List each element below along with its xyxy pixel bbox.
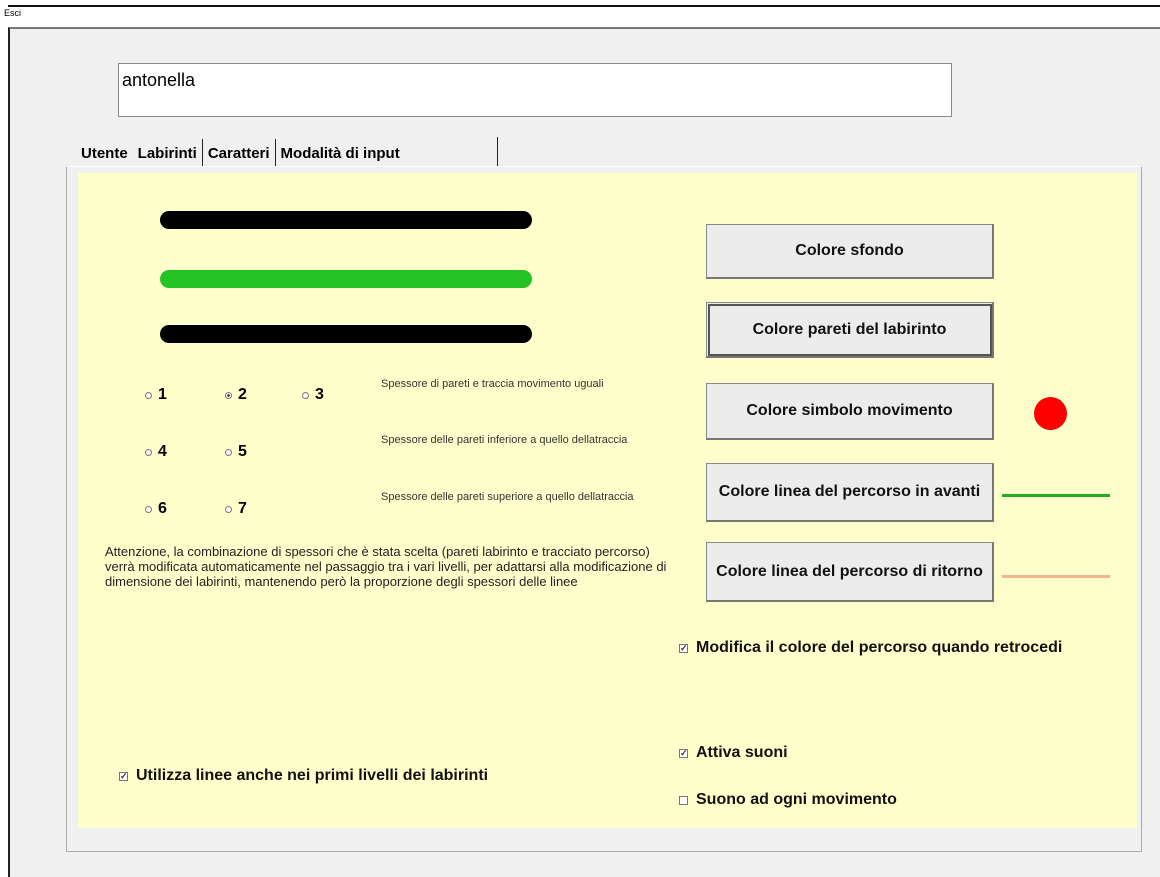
walls-color-button[interactable]: Colore pareti del labirinto: [706, 302, 994, 358]
thickness-radio-7[interactable]: 7: [225, 500, 247, 518]
radio-indicator: [145, 505, 152, 513]
back-line-color-button[interactable]: Colore linea del percorso di ritorno: [706, 542, 994, 602]
checkbox-indicator: ✓: [119, 771, 128, 781]
checkbox-label: Modifica il colore del percorso quando r…: [696, 639, 1063, 656]
thickness-radio-4[interactable]: 4: [145, 443, 167, 461]
tab-utente[interactable]: Utente: [76, 139, 133, 166]
wall-preview-line-top: [160, 211, 532, 229]
symbol-color-swatch: [1034, 397, 1067, 430]
checkbox-label: Suono ad ogni movimento: [696, 791, 897, 808]
forward-line-swatch: [1002, 494, 1110, 497]
back-line-swatch: [1002, 575, 1110, 578]
thickness-warning: Attenzione, la combinazione di spessori …: [105, 544, 667, 589]
exit-button[interactable]: Esci: [0, 4, 60, 26]
sounds-checkbox[interactable]: ✓ Attiva suoni: [679, 742, 788, 764]
checkbox-indicator: ✓: [679, 748, 688, 758]
thickness-radio-3[interactable]: 3: [302, 386, 324, 404]
radio-indicator: [225, 505, 232, 513]
tab-divider: [497, 137, 498, 167]
radio-indicator: [145, 391, 152, 399]
checkbox-indicator: [679, 796, 688, 805]
tab-caratteri[interactable]: Caratteri: [203, 139, 276, 166]
app-window: Esci antonella Utente Labirinti Caratter…: [0, 0, 1160, 877]
checkbox-indicator: ✓: [679, 643, 688, 653]
thickness-radio-6[interactable]: 6: [145, 500, 167, 518]
radio-label: 6: [158, 500, 167, 517]
tab-modalita-input[interactable]: Modalità di input: [276, 139, 405, 166]
wall-preview-line-bottom: [160, 325, 532, 343]
user-name-field[interactable]: antonella: [118, 63, 952, 117]
radio-indicator: [302, 391, 309, 399]
radio-label: 7: [238, 500, 247, 517]
move-sound-checkbox[interactable]: Suono ad ogni movimento: [679, 789, 897, 811]
symbol-color-button[interactable]: Colore simbolo movimento: [706, 383, 994, 440]
thickness-radio-1[interactable]: 1: [145, 386, 167, 404]
radio-indicator: [145, 448, 152, 456]
thickness-desc-thinner: Spessore delle pareti inferiore a quello…: [381, 434, 628, 446]
thickness-radio-5[interactable]: 5: [225, 443, 247, 461]
thickness-desc-thicker: Spessore delle pareti superiore a quello…: [381, 491, 634, 503]
radio-label: 5: [238, 443, 247, 460]
radio-indicator-selected: [225, 391, 232, 399]
background-color-button[interactable]: Colore sfondo: [706, 224, 994, 279]
checkbox-label: Utilizza linee anche nei primi livelli d…: [136, 767, 489, 784]
radio-indicator: [225, 448, 232, 456]
thickness-radio-2[interactable]: 2: [225, 386, 247, 404]
top-divider: [8, 5, 1160, 7]
change-color-checkbox[interactable]: ✓ Modifica il colore del percorso quando…: [679, 637, 1079, 659]
forward-line-color-button[interactable]: Colore linea del percorso in avanti: [706, 463, 994, 522]
trace-preview-line: [160, 270, 532, 288]
thickness-desc-equal: Spessore di pareti e traccia movimento u…: [381, 378, 604, 390]
radio-label: 4: [158, 443, 167, 460]
tab-labirinti[interactable]: Labirinti: [132, 139, 203, 166]
radio-label: 3: [315, 386, 324, 403]
radio-label: 2: [238, 386, 247, 403]
radio-label: 1: [158, 386, 167, 403]
use-lines-checkbox[interactable]: ✓ Utilizza linee anche nei primi livelli…: [119, 765, 488, 787]
tab-bar: Utente Labirinti Caratteri Modalità di i…: [76, 134, 405, 166]
checkbox-label: Attiva suoni: [696, 744, 788, 761]
